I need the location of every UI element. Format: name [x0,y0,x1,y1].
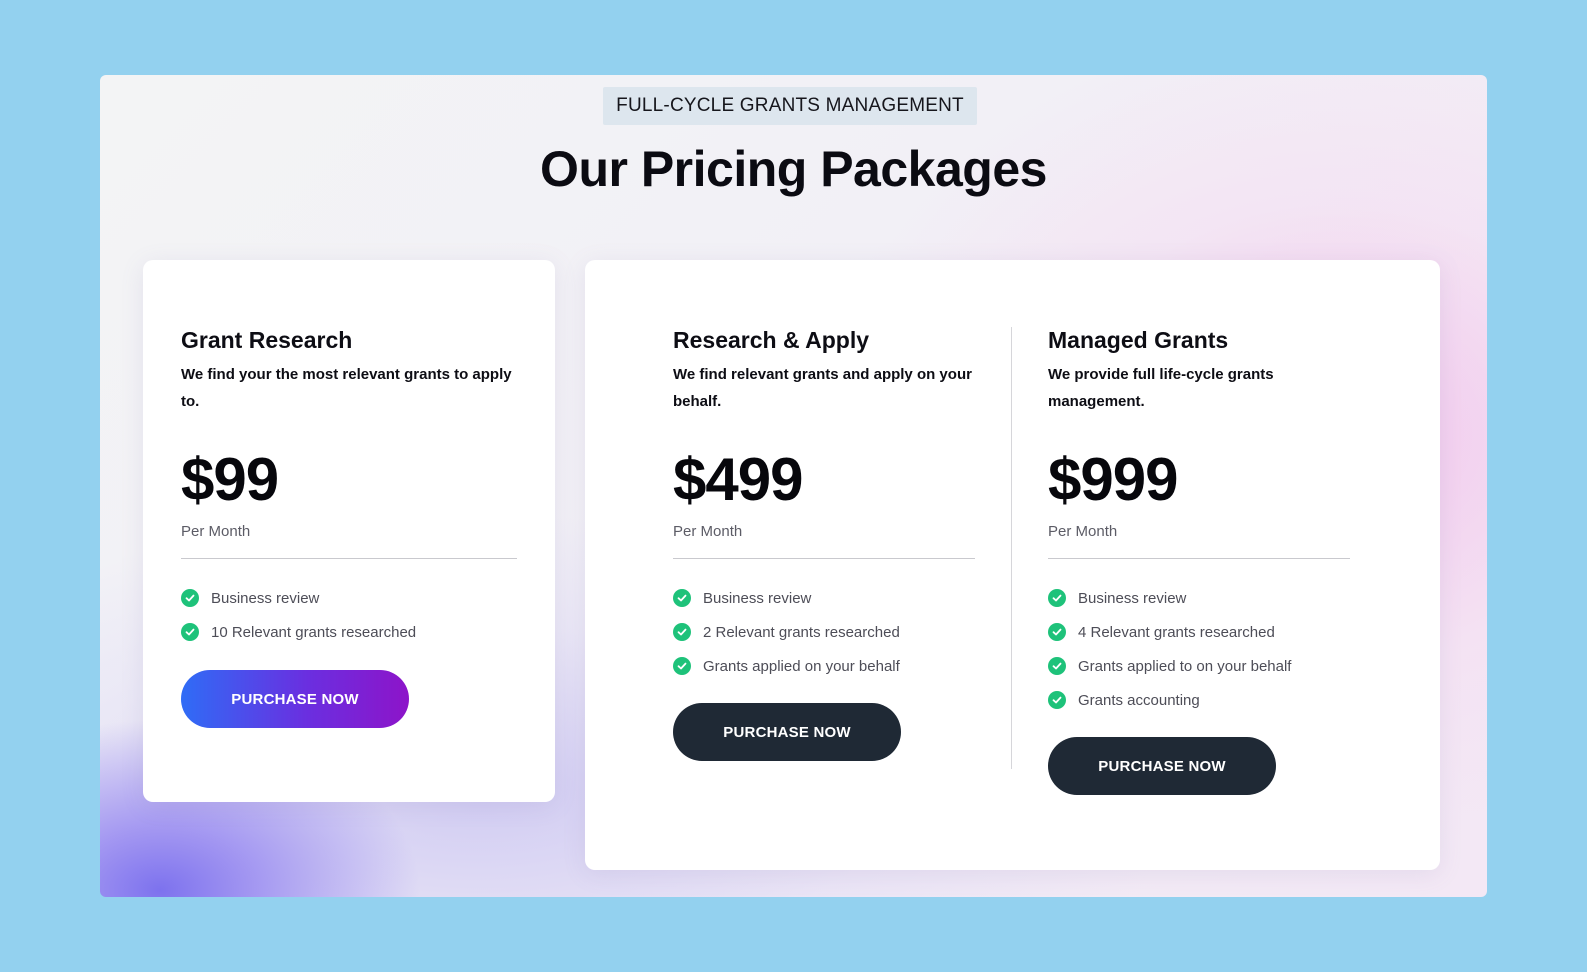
plan-period: Per Month [181,523,251,540]
feature-label: Business review [211,589,320,607]
plan-name: Research & Apply [673,327,869,353]
purchase-button-grant-research[interactable]: PURCHASE NOW [181,670,409,728]
plan-separator [181,558,517,559]
plan-managed-grants: Managed Grants We provide full life-cycl… [1048,324,1350,795]
feature-label: Grants accounting [1078,691,1200,709]
feature-label: 2 Relevant grants researched [703,623,900,641]
plan-period: Per Month [673,523,743,540]
plan-grant-research: Grant Research We find your the most rel… [181,324,517,728]
plan-research-apply: Research & Apply We find relevant grants… [673,324,975,761]
plan-separator [673,558,975,559]
feature-item: Business review [1048,581,1350,615]
plan-period: Per Month [1048,523,1118,540]
feature-item: Grants accounting [1048,683,1350,717]
check-circle-icon [1048,657,1066,675]
check-circle-icon [181,623,199,641]
purchase-button-managed-grants[interactable]: PURCHASE NOW [1048,737,1276,795]
plan-name: Managed Grants [1048,327,1229,353]
feature-list: Business review 4 Relevant grants resear… [1048,581,1350,717]
plan-divider [1011,327,1012,769]
feature-label: Grants applied to on your behalf [1078,657,1292,675]
plan-description: We find your the most relevant grants to… [181,366,512,410]
plan-price: $999 [1048,446,1178,513]
check-circle-icon [673,589,691,607]
feature-label: Business review [1078,589,1187,607]
feature-item: 4 Relevant grants researched [1048,615,1350,649]
plan-description: We find relevant grants and apply on you… [673,366,972,410]
purchase-button-research-apply[interactable]: PURCHASE NOW [673,703,901,761]
feature-item: Business review [673,581,975,615]
page-title: Our Pricing Packages [540,141,1047,197]
feature-label: 10 Relevant grants researched [211,623,417,641]
feature-list: Business review 2 Relevant grants resear… [673,581,975,683]
feature-item: Business review [181,581,517,615]
feature-item: 10 Relevant grants researched [181,615,517,649]
feature-label: Grants applied on your behalf [703,657,900,675]
plan-name: Grant Research [181,327,353,353]
feature-label: Business review [703,589,812,607]
feature-item: Grants applied on your behalf [673,649,975,683]
plan-description: We provide full life-cycle grants manage… [1048,366,1274,410]
feature-label: 4 Relevant grants researched [1078,623,1275,641]
feature-item: Grants applied to on your behalf [1048,649,1350,683]
check-circle-icon [1048,589,1066,607]
check-circle-icon [1048,691,1066,709]
plan-price: $499 [673,446,803,513]
check-circle-icon [1048,623,1066,641]
feature-item: 2 Relevant grants researched [673,615,975,649]
plan-separator [1048,558,1350,559]
check-circle-icon [673,623,691,641]
check-circle-icon [181,589,199,607]
section-eyebrow-label: FULL-CYCLE GRANTS MANAGEMENT [603,87,977,125]
feature-list: Business review 10 Relevant grants resea… [181,581,517,649]
plan-price: $99 [181,446,279,513]
check-circle-icon [673,657,691,675]
